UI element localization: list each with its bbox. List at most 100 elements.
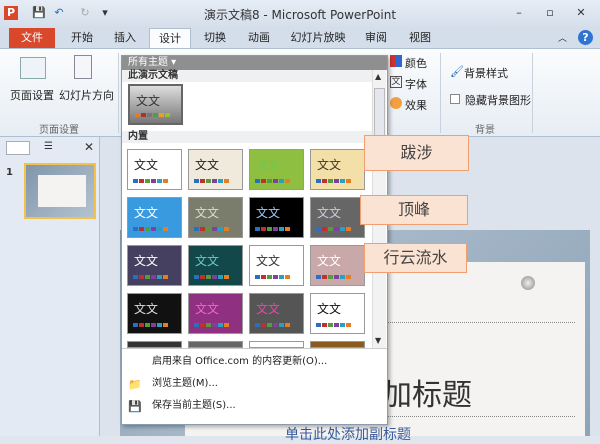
- tab-home[interactable]: 开始: [62, 28, 102, 48]
- theme-thumbnail[interactable]: [127, 341, 182, 348]
- outline-tab[interactable]: ☰: [44, 141, 53, 152]
- group-label-background: 背景: [475, 125, 495, 136]
- slide-subtitle[interactable]: 单击此处添加副标题: [285, 424, 411, 444]
- tab-file[interactable]: 文件: [9, 28, 55, 48]
- gallery-filter[interactable]: 所有主题 ▾: [122, 56, 387, 70]
- menu-enable-office-updates[interactable]: 启用来自 Office.com 的内容更新(O)...: [122, 351, 387, 373]
- callout-label: 跋涉: [364, 135, 469, 171]
- theme-swatches: [316, 275, 351, 279]
- hide-background-label: 隐藏背景图形: [465, 94, 531, 107]
- help-icon[interactable]: ?: [578, 30, 593, 45]
- theme-thumbnail[interactable]: 文文: [249, 197, 304, 238]
- theme-thumbnail[interactable]: 文文: [249, 245, 304, 286]
- colors-button[interactable]: 颜色: [405, 55, 427, 71]
- tab-design[interactable]: 设计: [149, 28, 191, 48]
- theme-sample-text: 文文: [256, 302, 281, 316]
- theme-sample-text: 文文: [195, 158, 220, 172]
- tab-animations[interactable]: 动画: [238, 28, 280, 48]
- scroll-up-icon[interactable]: ▲: [375, 72, 381, 81]
- theme-swatches: [133, 275, 168, 279]
- theme-sample-text: 文文: [134, 206, 159, 220]
- fonts-button[interactable]: 字体: [405, 76, 427, 92]
- slide-thumbnail[interactable]: [24, 163, 96, 219]
- theme-thumbnail[interactable]: 文文: [188, 293, 243, 334]
- title-bar: P 💾 ↶ ↻ ▾ 演示文稿8 - Microsoft PowerPoint –…: [0, 0, 600, 28]
- slide-number: 1: [6, 167, 13, 178]
- tab-insert[interactable]: 插入: [105, 28, 145, 48]
- theme-sample-text: 文文: [195, 254, 220, 268]
- theme-swatches: [133, 179, 168, 183]
- tab-review[interactable]: 审阅: [356, 28, 396, 48]
- slide-orientation-button[interactable]: 幻灯片方向: [59, 87, 114, 103]
- theme-sample-text: 文文: [195, 206, 220, 220]
- page-setup-icon: [20, 57, 46, 79]
- theme-thumbnail[interactable]: [249, 341, 304, 348]
- theme-thumbnail[interactable]: [188, 341, 243, 348]
- theme-swatches: [316, 323, 351, 327]
- theme-swatches: [135, 113, 170, 117]
- theme-swatches: [316, 227, 351, 231]
- theme-sample-text: 文文: [195, 302, 220, 316]
- slide-orientation-icon: [74, 55, 92, 79]
- theme-thumbnail[interactable]: 文文: [127, 245, 182, 286]
- background-styles-button[interactable]: 背景样式: [464, 65, 508, 81]
- theme-swatches: [133, 323, 168, 327]
- effects-icon: [390, 97, 402, 109]
- theme-thumbnail[interactable]: 文文: [249, 293, 304, 334]
- theme-thumbnail[interactable]: 文文: [188, 149, 243, 190]
- close-icon[interactable]: ✕: [574, 6, 588, 20]
- menu-browse-themes[interactable]: 浏览主题(M)...: [122, 373, 387, 395]
- theme-thumbnail[interactable]: 文文: [310, 197, 365, 238]
- section-builtin: 内置: [122, 131, 372, 143]
- theme-thumbnail[interactable]: 文文: [249, 149, 304, 190]
- callout-label: 顶峰: [360, 195, 468, 225]
- theme-swatches: [194, 227, 229, 231]
- tab-transitions[interactable]: 切换: [195, 28, 235, 48]
- slide-title[interactable]: 加标题: [382, 370, 472, 414]
- colors-icon: [390, 55, 402, 67]
- slides-tab[interactable]: [6, 141, 30, 155]
- minimize-icon[interactable]: –: [512, 6, 526, 20]
- theme-thumbnail[interactable]: 文文: [310, 245, 365, 286]
- window-title: 演示文稿8 - Microsoft PowerPoint: [203, 8, 397, 22]
- theme-swatches: [255, 179, 290, 183]
- theme-swatches: [133, 227, 168, 231]
- background-styles-icon: 🖌: [450, 65, 464, 78]
- fonts-icon: 文: [390, 76, 402, 88]
- page-setup-button[interactable]: 页面设置: [10, 87, 54, 103]
- themes-gallery-dropdown: 所有主题 ▾ 此演示文稿 文文 内置 文文 文文 文文 文文 文文 文文 文文 文文 文文 文文文…: [121, 55, 388, 425]
- thumbnail-paper: [38, 175, 86, 207]
- close-panel-icon[interactable]: ✕: [84, 140, 94, 154]
- effects-button[interactable]: 效果: [405, 97, 427, 113]
- theme-sample-text: 文文: [134, 254, 159, 268]
- theme-thumbnail[interactable]: 文文: [188, 197, 243, 238]
- tab-view[interactable]: 视图: [400, 28, 440, 48]
- theme-thumbnail[interactable]: 文文: [127, 197, 182, 238]
- theme-swatches: [255, 323, 290, 327]
- theme-sample-text: 文文: [317, 158, 342, 172]
- theme-thumbnail[interactable]: 文文: [188, 245, 243, 286]
- theme-thumbnail[interactable]: 文文: [127, 293, 182, 334]
- theme-thumbnail[interactable]: 文文: [310, 293, 365, 334]
- theme-sample-text: 文文: [256, 206, 281, 220]
- maximize-icon[interactable]: ▫: [543, 6, 557, 20]
- tab-slideshow[interactable]: 幻灯片放映: [286, 28, 350, 48]
- minimize-ribbon-icon[interactable]: ︿: [558, 31, 567, 44]
- theme-swatches: [316, 179, 351, 183]
- theme-swatches: [194, 275, 229, 279]
- theme-thumbnail[interactable]: 文文: [127, 149, 182, 190]
- pin-icon: [521, 276, 535, 290]
- divider: [118, 53, 119, 133]
- theme-current[interactable]: 文文: [128, 84, 183, 125]
- theme-swatches: [194, 179, 229, 183]
- hide-background-checkbox[interactable]: [450, 94, 460, 104]
- scroll-down-icon[interactable]: ▼: [375, 336, 381, 345]
- theme-thumbnail[interactable]: 文文: [310, 149, 365, 190]
- group-label-page-setup: 页面设置: [39, 125, 79, 136]
- theme-swatches: [194, 323, 229, 327]
- slides-panel: ☰ ✕ 1: [0, 137, 100, 436]
- theme-sample-text: 文文: [317, 302, 342, 316]
- theme-thumbnail[interactable]: [310, 341, 365, 348]
- theme-sample-text: 文文: [134, 302, 159, 316]
- menu-save-current-theme[interactable]: 保存当前主题(S)...: [122, 395, 387, 417]
